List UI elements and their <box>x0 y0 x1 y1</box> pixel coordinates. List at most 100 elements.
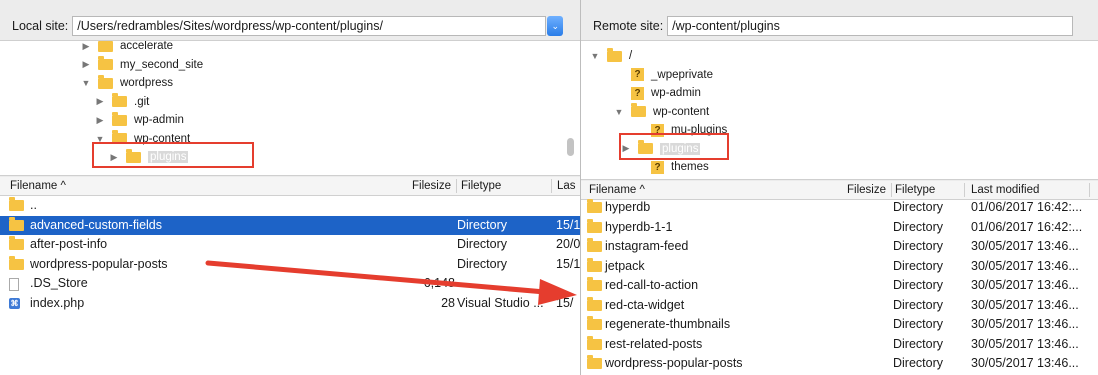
remote-file-type: Directory <box>893 278 944 292</box>
local-tree-scrollbar[interactable] <box>567 138 574 156</box>
folder-icon <box>587 218 602 233</box>
local-file-name: wordpress-popular-posts <box>30 256 168 271</box>
disclosure-closed-icon[interactable]: ▶ <box>80 41 92 52</box>
remote-site-label: Remote site: <box>593 19 664 33</box>
remote-file-row[interactable]: jetpack Directory 30/05/2017 13:46... <box>581 257 1098 276</box>
column-divider[interactable] <box>456 179 457 193</box>
column-divider[interactable] <box>551 179 552 193</box>
remote-file-name: jetpack <box>605 258 645 273</box>
disclosure-closed-icon[interactable]: ▶ <box>80 59 92 70</box>
remote-file-type: Directory <box>893 317 944 331</box>
local-col-last-modified[interactable]: Las <box>557 177 576 195</box>
disclosure-open-icon[interactable]: ▼ <box>589 51 601 61</box>
disclosure-open-icon[interactable]: ▼ <box>80 78 92 88</box>
remote-tree-node[interactable]: ? themes <box>633 158 709 176</box>
local-col-filetype[interactable]: Filetype <box>461 177 501 195</box>
remote-file-row[interactable]: instagram-feed Directory 30/05/2017 13:46.… <box>581 237 1098 256</box>
folder-icon <box>112 93 127 107</box>
local-path-input[interactable]: /Users/redrambles/Sites/wordpress/wp-con… <box>72 16 547 36</box>
remote-col-filetype[interactable]: Filetype <box>895 181 935 199</box>
local-file-type: Directory <box>457 237 508 251</box>
disclosure-closed-icon[interactable]: ▶ <box>94 115 106 126</box>
remote-tree-node[interactable]: ? wp-admin <box>613 84 701 102</box>
remote-file-type: Directory <box>893 297 944 312</box>
local-file-size: 6,148 <box>423 276 455 290</box>
local-file-modified: 15/ <box>556 295 574 310</box>
local-tree-node[interactable]: ▶ wp-admin <box>94 111 184 129</box>
remote-tree-node[interactable]: ▼ / <box>589 47 632 65</box>
local-file-row[interactable]: advanced-custom-fields Directory 15/1 <box>0 215 580 235</box>
local-file-row[interactable]: ⌘ index.php 28 Visual Studio ... 15/ <box>0 294 580 313</box>
local-site-label: Local site: <box>12 19 69 33</box>
local-tree-label: wp-admin <box>134 114 184 126</box>
vscode-file-icon: ⌘ <box>9 297 20 309</box>
local-file-type: Directory <box>457 217 508 232</box>
remote-file-row[interactable]: red-cta-widget Directory 30/05/2017 13:46.… <box>581 296 1098 315</box>
remote-file-type: Directory <box>893 200 944 214</box>
local-col-filesize[interactable]: Filesize <box>412 177 451 195</box>
local-tree-label: .git <box>134 95 150 108</box>
folder-icon <box>9 255 24 270</box>
folder-icon <box>98 41 113 52</box>
column-divider[interactable] <box>964 183 965 197</box>
remote-tree-label: _wpeprivate <box>651 68 714 81</box>
local-tree-node[interactable]: ▼ wordpress <box>80 74 173 92</box>
remote-file-type: Directory <box>893 356 944 370</box>
local-file-name: advanced-custom-fields <box>30 217 163 232</box>
local-file-modified: 15/1 <box>556 256 580 271</box>
local-file-row[interactable]: .DS_Store 6,148 <box>0 274 580 293</box>
remote-file-modified: 30/05/2017 13:46... <box>971 258 1079 273</box>
local-file-row[interactable]: .. <box>0 196 580 215</box>
remote-file-name: wordpress-popular-posts <box>605 356 743 370</box>
local-tree-node[interactable]: ▶ my_second_site <box>80 56 203 74</box>
column-divider[interactable] <box>891 183 892 197</box>
local-file-type: Visual Studio ... <box>457 295 544 310</box>
remote-tree-label: wp-admin <box>651 87 701 99</box>
remote-file-modified: 30/05/2017 13:46... <box>971 297 1079 312</box>
remote-file-row[interactable]: regenerate-thumbnails Directory 30/05/2017… <box>581 315 1098 334</box>
folder-icon <box>587 296 602 311</box>
local-directory-tree[interactable]: ▶ accelerate ▶ my_second_site ▼ wordpress ▶ .gi… <box>0 40 580 176</box>
local-tree-node[interactable]: ▶ .git <box>94 93 149 111</box>
folder-icon <box>587 277 602 291</box>
unknown-folder-icon: ? <box>631 86 644 100</box>
remote-file-modified: 30/05/2017 13:46... <box>971 239 1079 253</box>
remote-col-filesize[interactable]: Filesize <box>847 181 886 199</box>
unknown-folder-icon: ? <box>631 68 644 81</box>
disclosure-closed-icon[interactable]: ▶ <box>94 96 106 107</box>
remote-col-filename[interactable]: Filename ^ <box>589 181 645 199</box>
remote-file-name: hyperdb-1-1 <box>605 219 673 234</box>
remote-path-input[interactable]: /wp-content/plugins <box>667 16 1074 36</box>
local-site-pane: Local site: /Users/redrambles/Sites/word… <box>0 0 580 375</box>
remote-file-name: rest-related-posts <box>605 336 703 351</box>
remote-file-row[interactable]: red-call-to-action Directory 30/05/2017 13… <box>581 276 1098 295</box>
remote-file-row[interactable]: rest-related-posts Directory 30/05/2017 13… <box>581 335 1098 354</box>
remote-file-type: Directory <box>893 239 944 253</box>
local-tree-label: wordpress <box>120 77 174 89</box>
local-col-filename[interactable]: Filename ^ <box>10 177 66 195</box>
folder-icon <box>9 197 24 211</box>
folder-icon <box>587 335 602 350</box>
disclosure-open-icon[interactable]: ▼ <box>613 107 625 117</box>
folder-icon <box>587 238 602 252</box>
folder-icon <box>631 103 646 117</box>
folder-icon <box>9 216 24 231</box>
remote-site-pane: Remote site: /wp-content/plugins ▼ /? _wpe… <box>580 0 1098 375</box>
remote-file-type: Directory <box>893 219 944 234</box>
remote-file-row[interactable]: hyperdb Directory 01/06/2017 16:42:... <box>581 198 1098 217</box>
local-site-bar: Local site: /Users/redrambles/Sites/word… <box>0 14 580 38</box>
local-file-row[interactable]: after-post-info Directory 20/0 <box>0 235 580 254</box>
remote-file-row[interactable]: wordpress-popular-posts Directory 30/05/20… <box>581 354 1098 373</box>
local-file-modified: 15/1 <box>556 217 580 232</box>
remote-tree-node[interactable]: ? _wpeprivate <box>613 66 713 84</box>
remote-col-last-modified[interactable]: Last modified <box>971 181 1039 199</box>
local-file-row[interactable]: wordpress-popular-posts Directory 15/1 <box>0 255 580 274</box>
remote-file-row[interactable]: hyperdb-1-1 Directory 01/06/2017 16:42:... <box>581 218 1098 237</box>
remote-tree-label: themes <box>671 161 709 173</box>
local-file-name: .DS_Store <box>30 276 88 290</box>
local-path-dropdown-icon[interactable]: ⌄ <box>547 16 564 36</box>
column-divider[interactable] <box>1089 183 1090 197</box>
remote-tree-node[interactable]: ▼ wp-content <box>613 103 709 121</box>
local-tree-node[interactable]: ▶ accelerate <box>80 41 173 55</box>
local-file-modified: 20/0 <box>556 237 580 251</box>
